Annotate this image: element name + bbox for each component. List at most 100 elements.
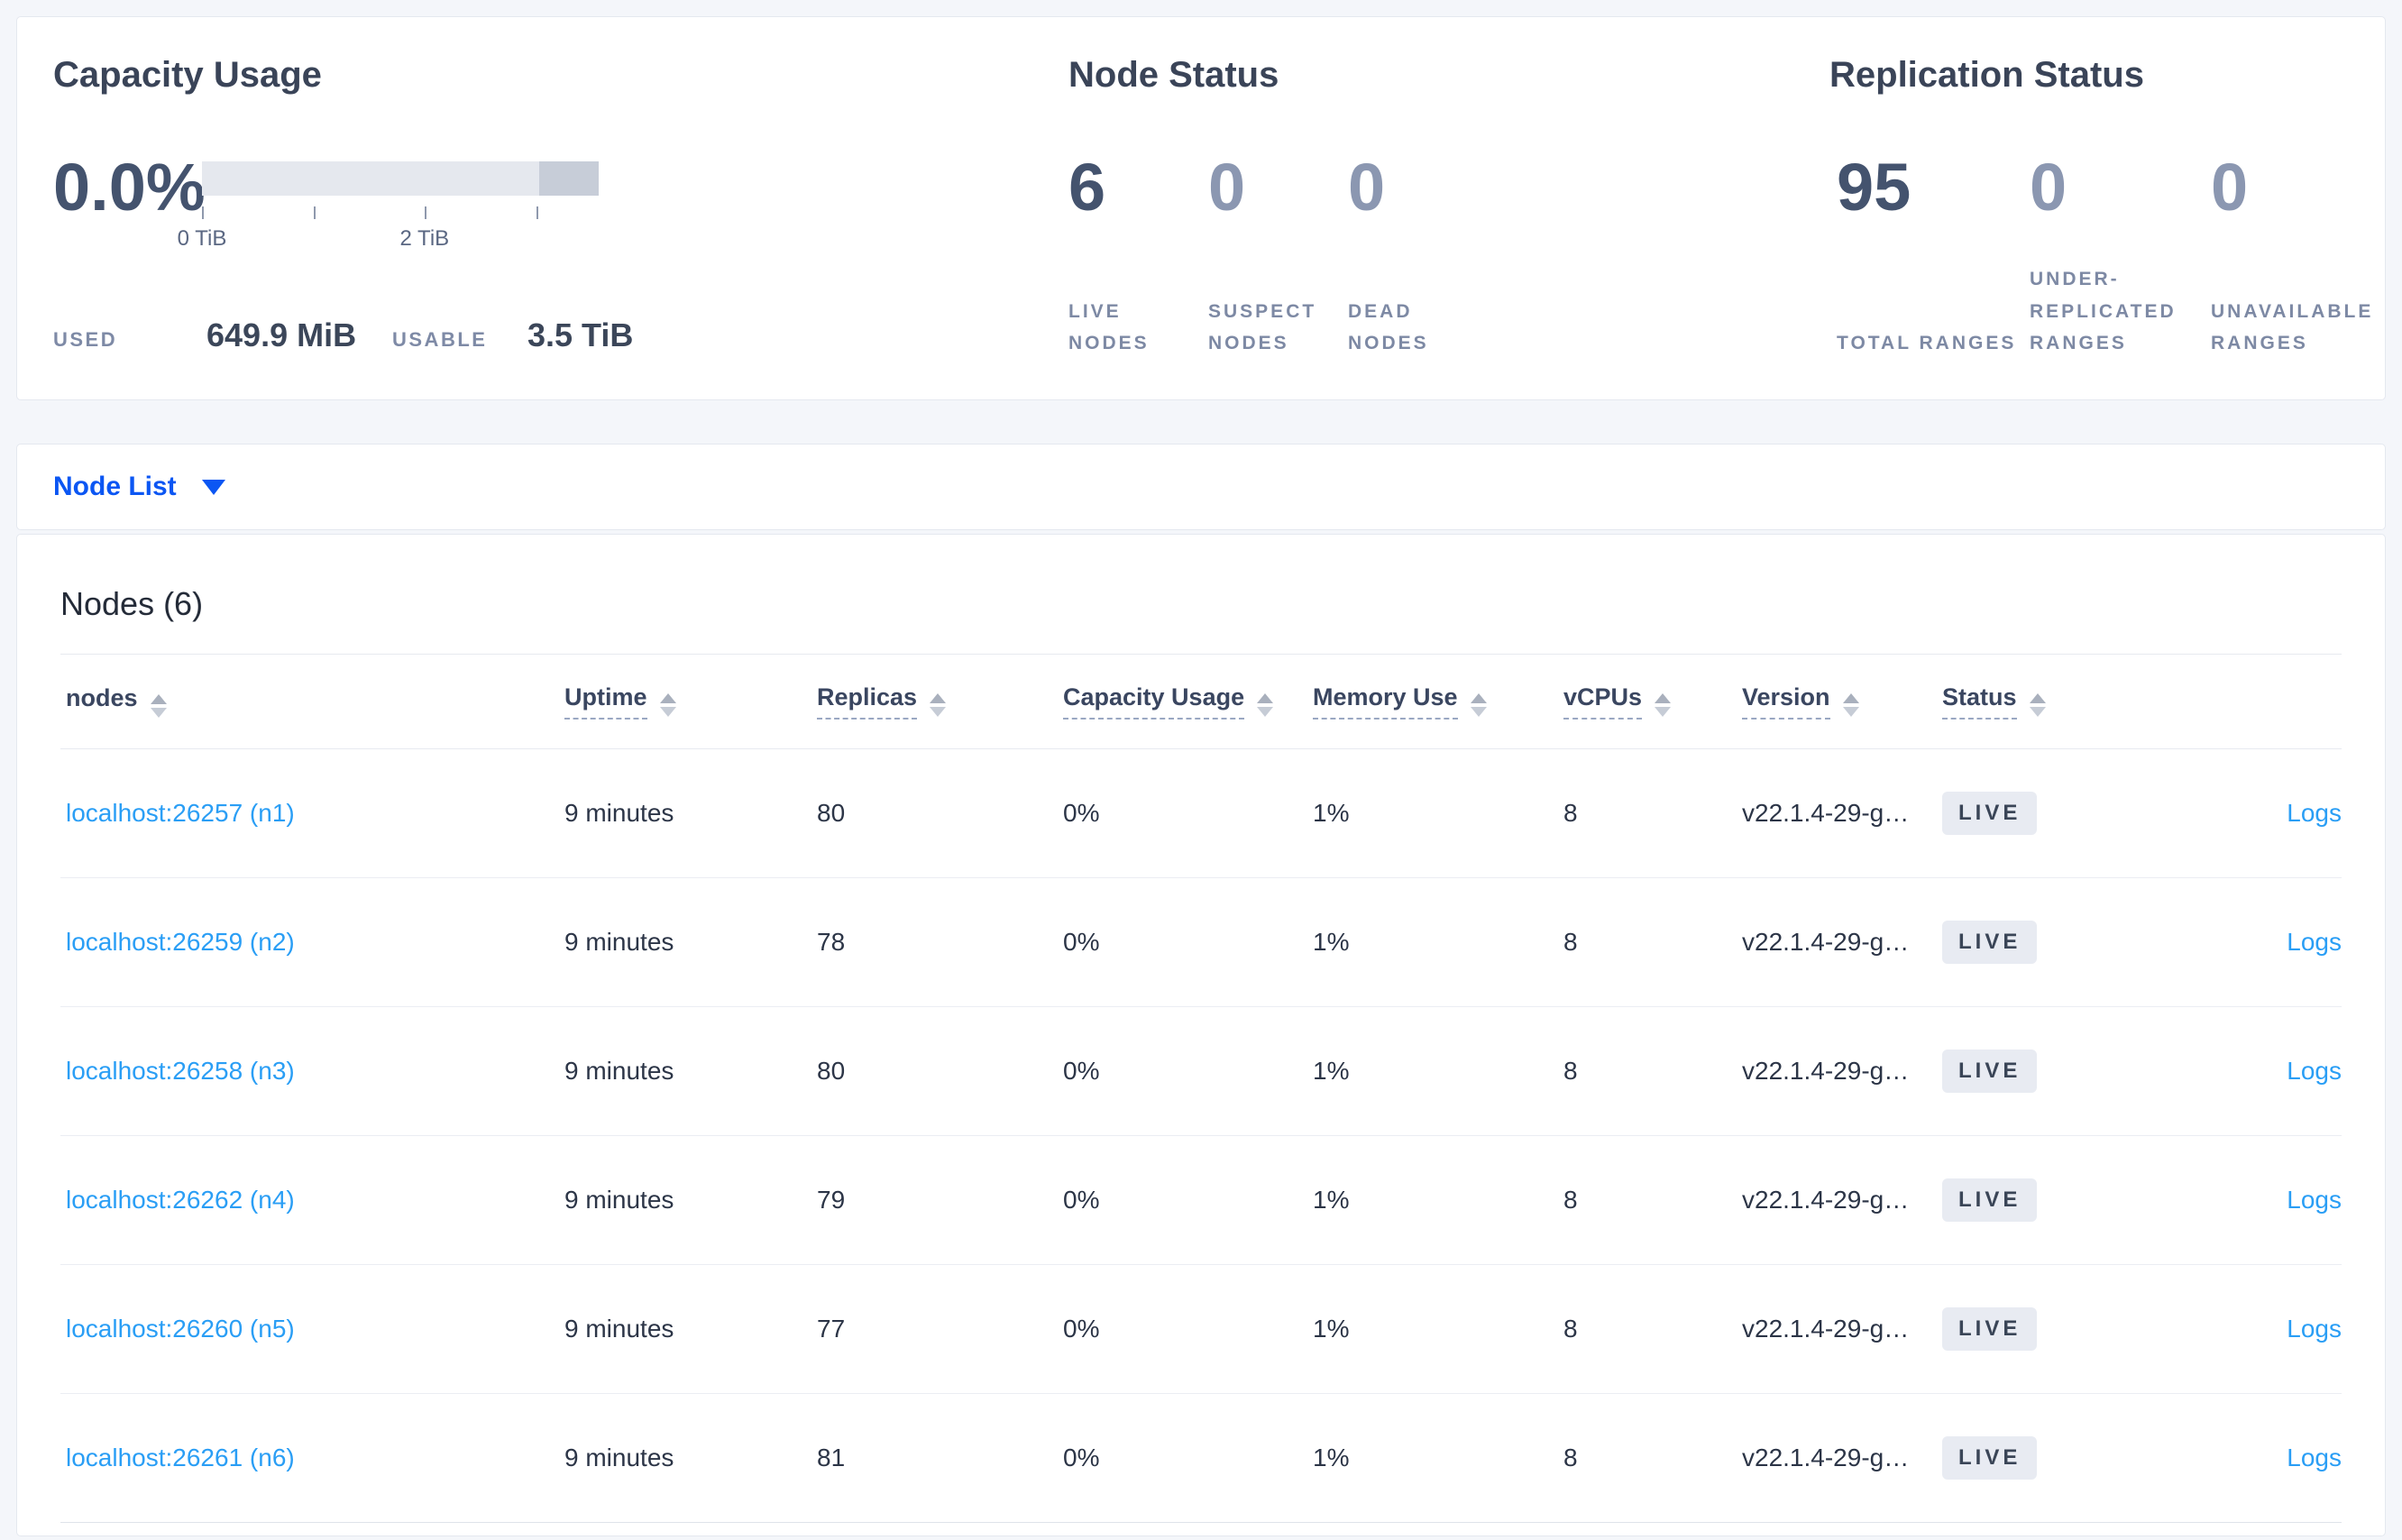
- capacity-usage-cell: 0%: [1063, 928, 1100, 956]
- uptime-cell: 9 minutes: [564, 928, 674, 956]
- replicas-cell: 81: [817, 1444, 846, 1471]
- status-badge: LIVE: [1942, 1178, 2038, 1222]
- sort-icon: [150, 694, 167, 718]
- node-status-title: Node Status: [1068, 55, 1279, 95]
- replicas-cell: 77: [817, 1315, 846, 1343]
- replicas-cell: 80: [817, 1057, 846, 1085]
- sort-icon: [1257, 693, 1274, 717]
- table-row: localhost:26258 (n3) 9 minutes 80 0% 1% …: [60, 1007, 2342, 1136]
- uptime-cell: 9 minutes: [564, 1057, 674, 1085]
- logs-link[interactable]: Logs: [2287, 1057, 2342, 1085]
- version-cell: v22.1.4-29-g…: [1742, 799, 1910, 827]
- table-row: localhost:26262 (n4) 9 minutes 79 0% 1% …: [60, 1136, 2342, 1265]
- node-list-dropdown[interactable]: Node List: [53, 472, 177, 502]
- column-header-vcpus[interactable]: vCPUs: [1563, 683, 1742, 720]
- capacity-bar-reserved-segment: [539, 161, 599, 196]
- column-header-uptime[interactable]: Uptime: [564, 683, 817, 720]
- axis-tick: [536, 206, 538, 219]
- capacity-usage-cell: 0%: [1063, 1444, 1100, 1471]
- under-replicated-ranges-label: UNDER-REPLICATED RANGES: [2030, 268, 2177, 354]
- status-badge: LIVE: [1942, 1307, 2038, 1351]
- capacity-usage-cell: 0%: [1063, 799, 1100, 827]
- status-badge: LIVE: [1942, 1436, 2038, 1480]
- suspect-nodes-label: SUSPECT NODES: [1208, 300, 1317, 354]
- version-cell: v22.1.4-29-g…: [1742, 1057, 1910, 1085]
- capacity-usage-cell: 0%: [1063, 1186, 1100, 1214]
- column-header-version[interactable]: Version: [1742, 683, 1942, 720]
- node-link[interactable]: localhost:26257 (n1): [66, 799, 295, 827]
- uptime-cell: 9 minutes: [564, 1444, 674, 1471]
- sort-icon: [1842, 693, 1859, 717]
- vcpus-cell: 8: [1563, 1057, 1578, 1085]
- memory-use-cell: 1%: [1313, 1315, 1350, 1343]
- uptime-cell: 9 minutes: [564, 1315, 674, 1343]
- capacity-bar: [202, 161, 599, 196]
- sort-icon: [1655, 693, 1672, 717]
- sort-icon: [2029, 693, 2046, 717]
- column-header-label: Memory Use: [1313, 683, 1458, 720]
- vcpus-cell: 8: [1563, 1444, 1578, 1471]
- node-link[interactable]: localhost:26260 (n5): [66, 1315, 295, 1343]
- replicas-cell: 80: [817, 799, 846, 827]
- status-badge: LIVE: [1942, 792, 2038, 835]
- logs-link[interactable]: Logs: [2287, 1315, 2342, 1343]
- live-nodes-label: LIVE NODES: [1068, 300, 1150, 354]
- axis-tick-label: 2 TiB: [399, 226, 450, 251]
- replicas-cell: 79: [817, 1186, 846, 1214]
- table-row: localhost:26261 (n6) 9 minutes 81 0% 1% …: [60, 1394, 2342, 1523]
- version-cell: v22.1.4-29-g…: [1742, 1186, 1910, 1214]
- node-link[interactable]: localhost:26259 (n2): [66, 928, 295, 956]
- capacity-usage-title: Capacity Usage: [53, 55, 322, 95]
- column-header-label: nodes: [66, 684, 138, 711]
- node-link[interactable]: localhost:26261 (n6): [66, 1444, 295, 1471]
- view-selector-bar[interactable]: Node List: [16, 444, 2386, 530]
- sort-icon: [1470, 693, 1487, 717]
- column-header-capacity-usage[interactable]: Capacity Usage: [1063, 683, 1313, 720]
- column-header-label: Replicas: [817, 683, 918, 720]
- unavailable-ranges-count: 0: [2211, 150, 2249, 225]
- column-header-label: Version: [1742, 683, 1830, 720]
- axis-tick: [313, 206, 316, 219]
- dead-nodes-label: DEAD NODES: [1348, 300, 1429, 354]
- sort-icon: [659, 693, 676, 717]
- column-header-replicas[interactable]: Replicas: [817, 683, 1063, 720]
- capacity-usage-cell: 0%: [1063, 1315, 1100, 1343]
- used-value: 649.9 MiB: [206, 316, 357, 353]
- node-link[interactable]: localhost:26262 (n4): [66, 1186, 295, 1214]
- capacity-used-percent: 0.0%: [53, 150, 206, 225]
- column-header-nodes[interactable]: nodes: [66, 684, 564, 719]
- under-replicated-ranges-count: 0: [2030, 150, 2067, 225]
- total-ranges-label: TOTAL RANGES: [1837, 333, 2017, 354]
- sort-icon: [930, 693, 947, 717]
- status-badge: LIVE: [1942, 1050, 2038, 1093]
- table-header-row: nodes Uptime Replicas Capacity Usage Mem…: [60, 654, 2342, 749]
- logs-link[interactable]: Logs: [2287, 799, 2342, 827]
- column-header-label: Uptime: [564, 683, 647, 720]
- column-header-label: vCPUs: [1563, 683, 1643, 720]
- table-row: localhost:26259 (n2) 9 minutes 78 0% 1% …: [60, 878, 2342, 1007]
- node-link[interactable]: localhost:26258 (n3): [66, 1057, 295, 1085]
- logs-link[interactable]: Logs: [2287, 1186, 2342, 1214]
- column-header-label: Status: [1942, 683, 2017, 720]
- replication-status-title: Replication Status: [1829, 55, 2144, 95]
- vcpus-cell: 8: [1563, 1315, 1578, 1343]
- uptime-cell: 9 minutes: [564, 799, 674, 827]
- axis-tick-label: 0 TiB: [177, 226, 227, 251]
- logs-link[interactable]: Logs: [2287, 1444, 2342, 1471]
- dead-nodes-count: 0: [1348, 150, 1386, 225]
- capacity-used-usable-row: USED 649.9 MiB USABLE 3.5 TiB: [53, 316, 633, 354]
- memory-use-cell: 1%: [1313, 799, 1350, 827]
- memory-use-cell: 1%: [1313, 928, 1350, 956]
- status-badge: LIVE: [1942, 921, 2038, 964]
- table-row: localhost:26260 (n5) 9 minutes 77 0% 1% …: [60, 1265, 2342, 1394]
- vcpus-cell: 8: [1563, 799, 1578, 827]
- column-header-status[interactable]: Status: [1942, 683, 2222, 720]
- uptime-cell: 9 minutes: [564, 1186, 674, 1214]
- memory-use-cell: 1%: [1313, 1186, 1350, 1214]
- usable-label: USABLE: [392, 328, 488, 351]
- axis-tick: [424, 206, 426, 219]
- logs-link[interactable]: Logs: [2287, 928, 2342, 956]
- column-header-memory-use[interactable]: Memory Use: [1313, 683, 1563, 720]
- usable-value: 3.5 TiB: [527, 316, 634, 353]
- vcpus-cell: 8: [1563, 928, 1578, 956]
